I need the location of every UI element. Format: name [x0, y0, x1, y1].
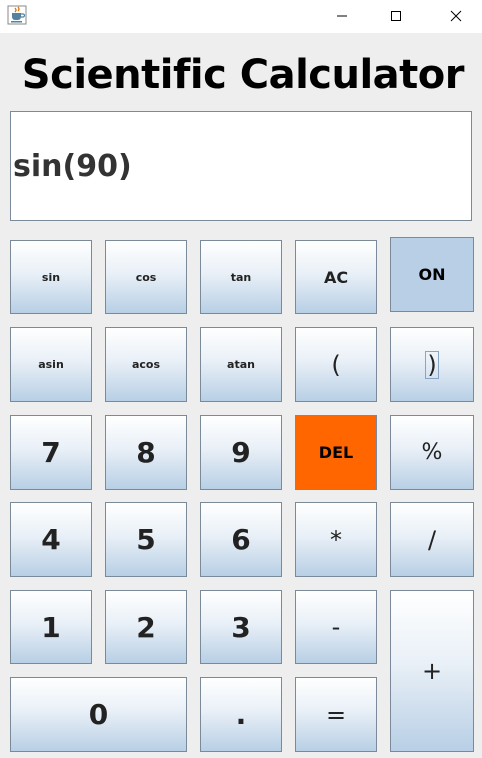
- asin-button[interactable]: asin: [10, 327, 92, 402]
- on-button[interactable]: ON: [390, 237, 474, 312]
- acos-button[interactable]: acos: [105, 327, 187, 402]
- expression-display[interactable]: sin(90): [10, 111, 472, 221]
- digit-1-button[interactable]: 1: [10, 590, 92, 664]
- close-button[interactable]: [433, 0, 479, 32]
- cos-button[interactable]: cos: [105, 240, 187, 314]
- atan-button[interactable]: atan: [200, 327, 282, 402]
- digit-0-button[interactable]: 0: [10, 677, 187, 752]
- maximize-button[interactable]: [373, 0, 419, 32]
- digit-4-button[interactable]: 4: [10, 502, 92, 577]
- app-heading: Scientific Calculator: [21, 52, 465, 98]
- digit-6-button[interactable]: 6: [200, 502, 282, 577]
- delete-button[interactable]: DEL: [295, 415, 377, 490]
- multiply-button[interactable]: *: [295, 502, 377, 577]
- close-paren-label: ): [425, 350, 439, 379]
- open-paren-button[interactable]: (: [295, 327, 377, 402]
- tan-button[interactable]: tan: [200, 240, 282, 314]
- close-icon: [450, 10, 462, 22]
- expression-text: sin(90): [13, 148, 132, 184]
- digit-3-button[interactable]: 3: [200, 590, 282, 664]
- plus-button[interactable]: +: [390, 590, 474, 752]
- minus-button[interactable]: -: [295, 590, 377, 664]
- digit-9-button[interactable]: 9: [200, 415, 282, 490]
- digit-8-button[interactable]: 8: [105, 415, 187, 490]
- decimal-point-button[interactable]: .: [200, 677, 282, 752]
- digit-5-button[interactable]: 5: [105, 502, 187, 577]
- all-clear-button[interactable]: AC: [295, 240, 377, 314]
- minimize-button[interactable]: [319, 0, 365, 32]
- close-paren-button[interactable]: ): [390, 327, 474, 402]
- digit-2-button[interactable]: 2: [105, 590, 187, 664]
- digit-7-button[interactable]: 7: [10, 415, 92, 490]
- equals-button[interactable]: =: [295, 677, 377, 752]
- percent-button[interactable]: %: [390, 415, 474, 490]
- divide-button[interactable]: /: [390, 502, 474, 577]
- maximize-icon: [391, 11, 401, 21]
- sin-button[interactable]: sin: [10, 240, 92, 314]
- minimize-icon: [337, 15, 347, 17]
- title-bar: [0, 0, 482, 33]
- java-cup-icon: [7, 5, 27, 25]
